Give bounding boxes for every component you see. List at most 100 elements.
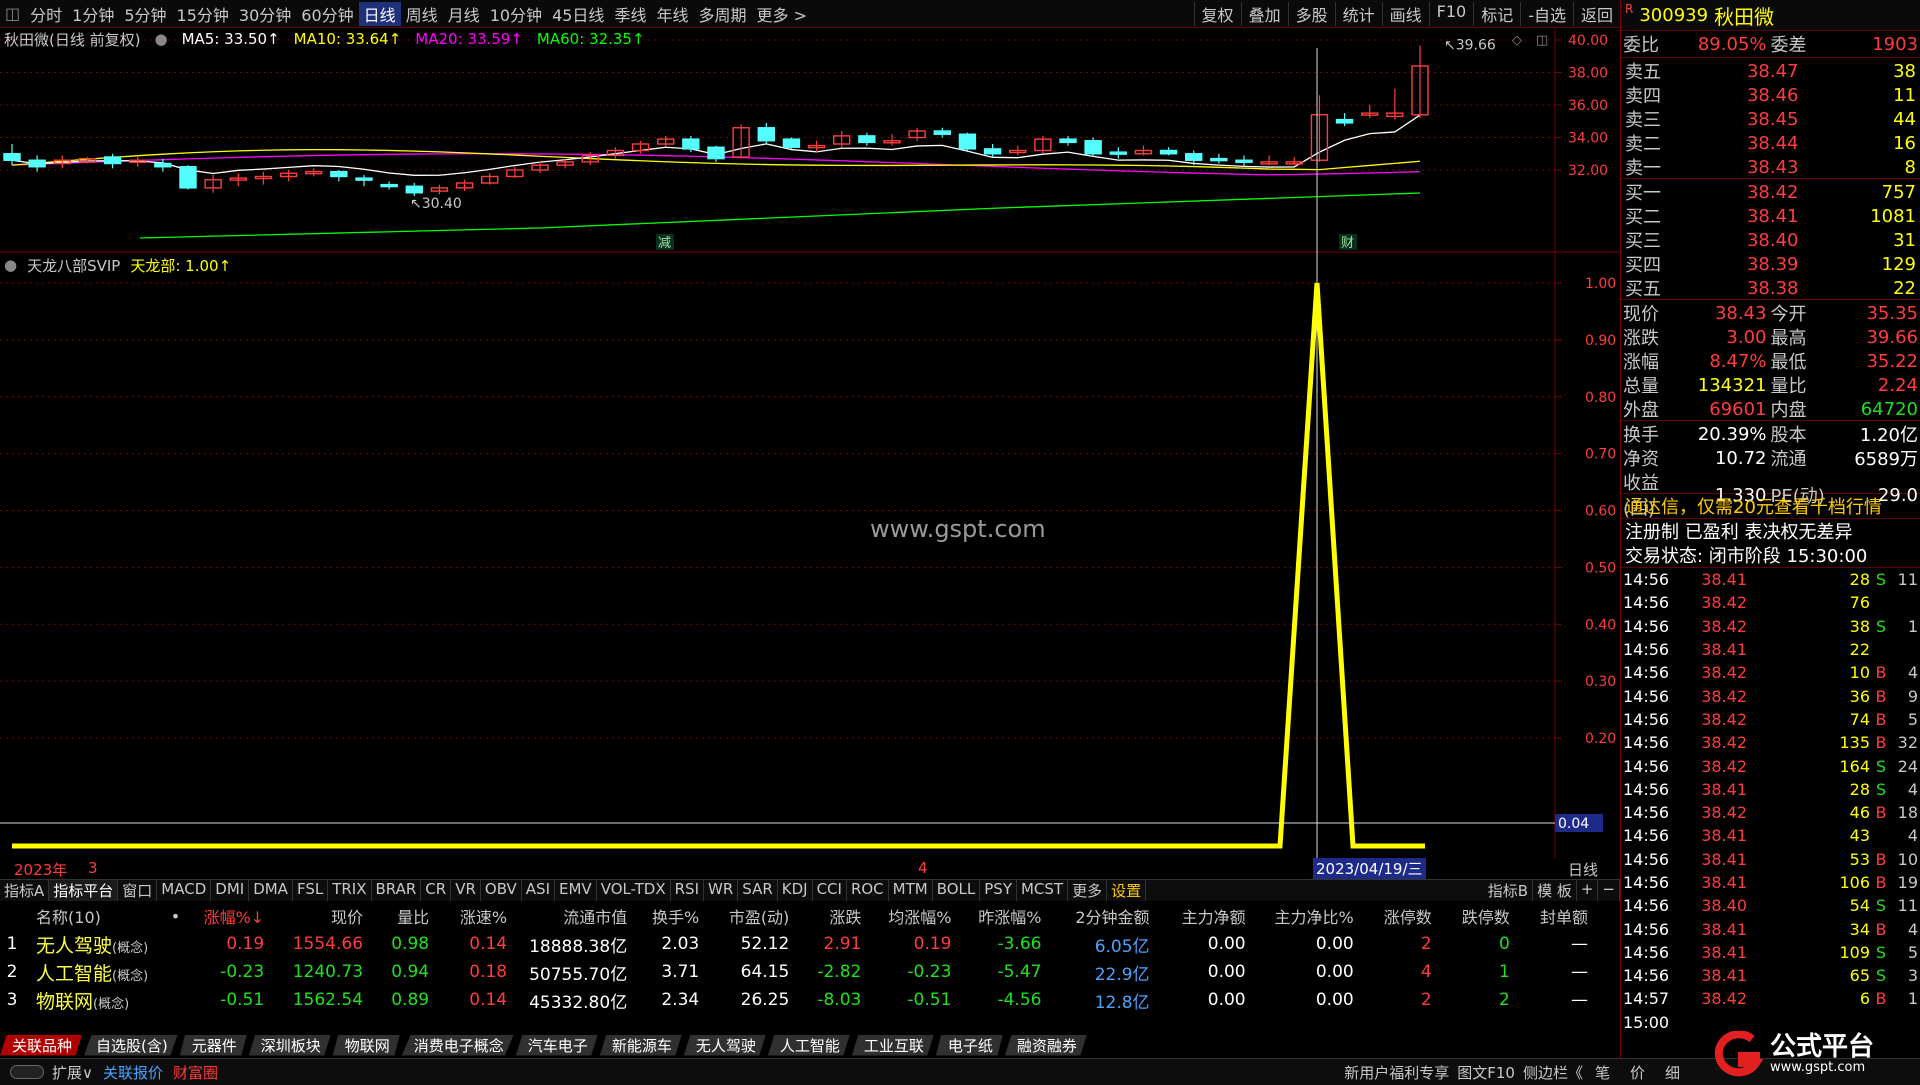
- sector-tab[interactable]: 无人驾驶: [683, 1034, 766, 1056]
- sector-tab[interactable]: 消费电子概念: [401, 1034, 514, 1056]
- period-tab[interactable]: 更多 >: [751, 2, 812, 26]
- indicator-tab[interactable]: KDJ: [778, 880, 813, 901]
- tool-button[interactable]: 叠加: [1240, 1, 1288, 26]
- col-header[interactable]: 市盈(动): [711, 902, 801, 930]
- status-tab-jia[interactable]: 价: [1630, 1062, 1645, 1083]
- indicator-tab[interactable]: SAR: [738, 880, 778, 901]
- sector-tab[interactable]: 人工智能: [767, 1034, 850, 1056]
- indicator-tab[interactable]: MTM: [889, 880, 933, 901]
- indicator-tab[interactable]: 设置: [1107, 880, 1147, 901]
- status-f10[interactable]: 图文F10: [1457, 1062, 1515, 1083]
- promo-banner[interactable]: 通达信，仅需20元查看千档行情: [1621, 494, 1920, 518]
- tool-button[interactable]: 复权: [1193, 1, 1241, 26]
- indicator-tab[interactable]: CCI: [813, 880, 847, 901]
- chart-settings-icon[interactable]: ●: [154, 30, 167, 48]
- col-header[interactable]: 主力净额: [1162, 902, 1258, 930]
- period-tab[interactable]: 45日线: [547, 2, 609, 26]
- indicator-tab-right[interactable]: 模 板: [1533, 880, 1577, 901]
- window-menu-icon[interactable]: ◫: [0, 4, 25, 23]
- col-header[interactable]: •: [144, 902, 192, 930]
- sector-name[interactable]: 人工智能(概念): [36, 958, 192, 986]
- col-header[interactable]: 2分钟金额: [1053, 902, 1161, 930]
- sector-tab[interactable]: 关联品种: [0, 1034, 83, 1056]
- kline-chart[interactable]: 40.00 38.00 36.00 34.00 32.00 ↖39.66 ↖30.40 减 财 ◇…: [0, 28, 1620, 858]
- table-row[interactable]: 1 无人驾驶(概念) 0.19 1554.66 0.98 0.14 18888.38亿 2.0…: [0, 930, 1600, 958]
- indicator-tab[interactable]: OBV: [481, 880, 522, 901]
- indicator-tab[interactable]: 更多: [1068, 880, 1108, 901]
- sector-tab[interactable]: 汽车电子: [515, 1034, 598, 1056]
- period-tab[interactable]: 周线: [401, 2, 443, 26]
- col-header[interactable]: 涨跌: [801, 902, 873, 930]
- indicator-tab[interactable]: ASI: [522, 880, 556, 901]
- tool-button[interactable]: 多股: [1287, 1, 1335, 26]
- tool-button[interactable]: 统计: [1334, 1, 1382, 26]
- indicator-tab[interactable]: ROC: [847, 880, 889, 901]
- col-header[interactable]: 现价: [276, 902, 375, 930]
- period-tab[interactable]: 5分钟: [119, 2, 171, 26]
- col-header[interactable]: 涨幅%↓: [192, 902, 276, 930]
- period-tab[interactable]: 分时: [25, 2, 67, 26]
- indicator-tab-right[interactable]: +: [1577, 880, 1599, 901]
- period-tab[interactable]: 10分钟: [485, 2, 547, 26]
- indicator-tab[interactable]: 指标A: [0, 880, 50, 901]
- indicator-tab[interactable]: WR: [704, 880, 739, 901]
- indicator-tab[interactable]: RSI: [671, 880, 704, 901]
- period-tab[interactable]: 15分钟: [172, 2, 234, 26]
- indicator-tab[interactable]: VR: [451, 880, 481, 901]
- col-header[interactable]: 封单额: [1522, 902, 1600, 930]
- status-wealth-circle[interactable]: 财富圈: [173, 1062, 218, 1083]
- tool-button[interactable]: -自选: [1520, 1, 1573, 26]
- indicator-tab-right[interactable]: −: [1598, 880, 1620, 901]
- period-tab[interactable]: 日线: [358, 1, 401, 26]
- period-tab[interactable]: 1分钟: [67, 2, 119, 26]
- tool-button[interactable]: 返回: [1572, 1, 1620, 26]
- tool-button[interactable]: F10: [1428, 1, 1474, 26]
- tick-list[interactable]: 14:56 38.41 28 S 11 14:56 38.42 76 14:56 38.42 38 S…: [1621, 568, 1920, 1034]
- col-header[interactable]: 流通市值: [519, 902, 639, 930]
- sector-tab[interactable]: 融资融券: [1004, 1034, 1087, 1056]
- period-tab[interactable]: 30分钟: [234, 2, 296, 26]
- sector-tab[interactable]: 自选股(含): [84, 1034, 178, 1056]
- sector-tab[interactable]: 物联网: [332, 1034, 400, 1056]
- status-new-user[interactable]: 新用户福利专享: [1344, 1062, 1449, 1083]
- col-header[interactable]: 均涨幅%: [873, 902, 963, 930]
- status-sidebar[interactable]: 侧边栏《: [1523, 1062, 1583, 1083]
- toggle-switch-icon[interactable]: [10, 1065, 44, 1079]
- indicator-tab[interactable]: DMA: [249, 880, 293, 901]
- indicator-tab-right[interactable]: 指标B: [1484, 880, 1534, 901]
- indicator-tab[interactable]: 窗口: [118, 880, 158, 901]
- sector-name[interactable]: 无人驾驶(概念): [36, 930, 192, 958]
- sector-tab[interactable]: 电子纸: [935, 1034, 1003, 1056]
- col-header[interactable]: 跌停数: [1444, 902, 1522, 930]
- tool-button[interactable]: 画线: [1381, 1, 1429, 26]
- indicator-tab[interactable]: FSL: [293, 880, 329, 901]
- sector-name[interactable]: 物联网(概念): [36, 986, 192, 1014]
- col-header[interactable]: 涨速%: [441, 902, 519, 930]
- indicator-tab[interactable]: 指标平台: [49, 880, 119, 901]
- sector-tab[interactable]: 工业互联: [851, 1034, 934, 1056]
- period-tab[interactable]: 月线: [443, 2, 485, 26]
- status-related-quote[interactable]: 关联报价: [103, 1062, 163, 1083]
- status-expand[interactable]: 扩展∨: [52, 1062, 93, 1083]
- col-header[interactable]: 昨涨幅%: [963, 902, 1053, 930]
- indicator-tab[interactable]: BRAR: [372, 880, 422, 901]
- indicator-tab[interactable]: BOLL: [933, 880, 981, 901]
- status-tab-xi[interactable]: 细: [1665, 1062, 1680, 1083]
- indicator-toggle-icon[interactable]: ●: [4, 256, 17, 274]
- indicator-tab[interactable]: CR: [421, 880, 452, 901]
- indicator-tab[interactable]: DMI: [211, 880, 250, 901]
- col-header[interactable]: 涨停数: [1366, 902, 1444, 930]
- indicator-tab[interactable]: MACD: [157, 880, 212, 901]
- sector-tab[interactable]: 深圳板块: [248, 1034, 331, 1056]
- indicator-tab[interactable]: VOL-TDX: [597, 880, 671, 901]
- indicator-tab[interactable]: EMV: [555, 880, 597, 901]
- indicator-tab[interactable]: PSY: [980, 880, 1017, 901]
- period-tab[interactable]: 年线: [651, 2, 693, 26]
- col-header[interactable]: 换手%: [639, 902, 711, 930]
- period-tab[interactable]: 季线: [609, 2, 651, 26]
- period-tab[interactable]: 多周期: [693, 2, 751, 26]
- sector-tab[interactable]: 新能源车: [599, 1034, 682, 1056]
- status-tab-bi[interactable]: 笔: [1595, 1062, 1610, 1083]
- table-row[interactable]: 2 人工智能(概念) -0.23 1240.73 0.94 0.18 50755.70亿 3.…: [0, 958, 1600, 986]
- sector-tab[interactable]: 元器件: [179, 1034, 247, 1056]
